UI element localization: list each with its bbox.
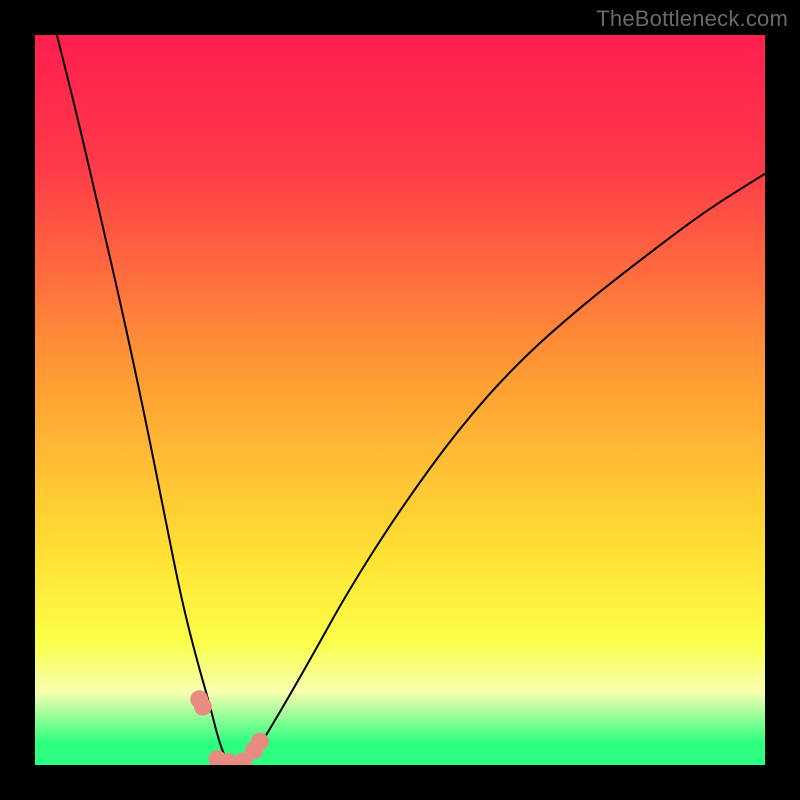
right-branch-curve bbox=[247, 174, 765, 765]
highlight-dots bbox=[190, 690, 269, 765]
highlight-dot bbox=[251, 733, 269, 751]
plot-area bbox=[35, 35, 765, 765]
curve-layer bbox=[35, 35, 765, 765]
highlight-dot bbox=[194, 698, 212, 716]
watermark-text: TheBottleneck.com bbox=[596, 6, 788, 32]
outer-frame: TheBottleneck.com bbox=[0, 0, 800, 800]
left-branch-curve bbox=[57, 35, 232, 765]
